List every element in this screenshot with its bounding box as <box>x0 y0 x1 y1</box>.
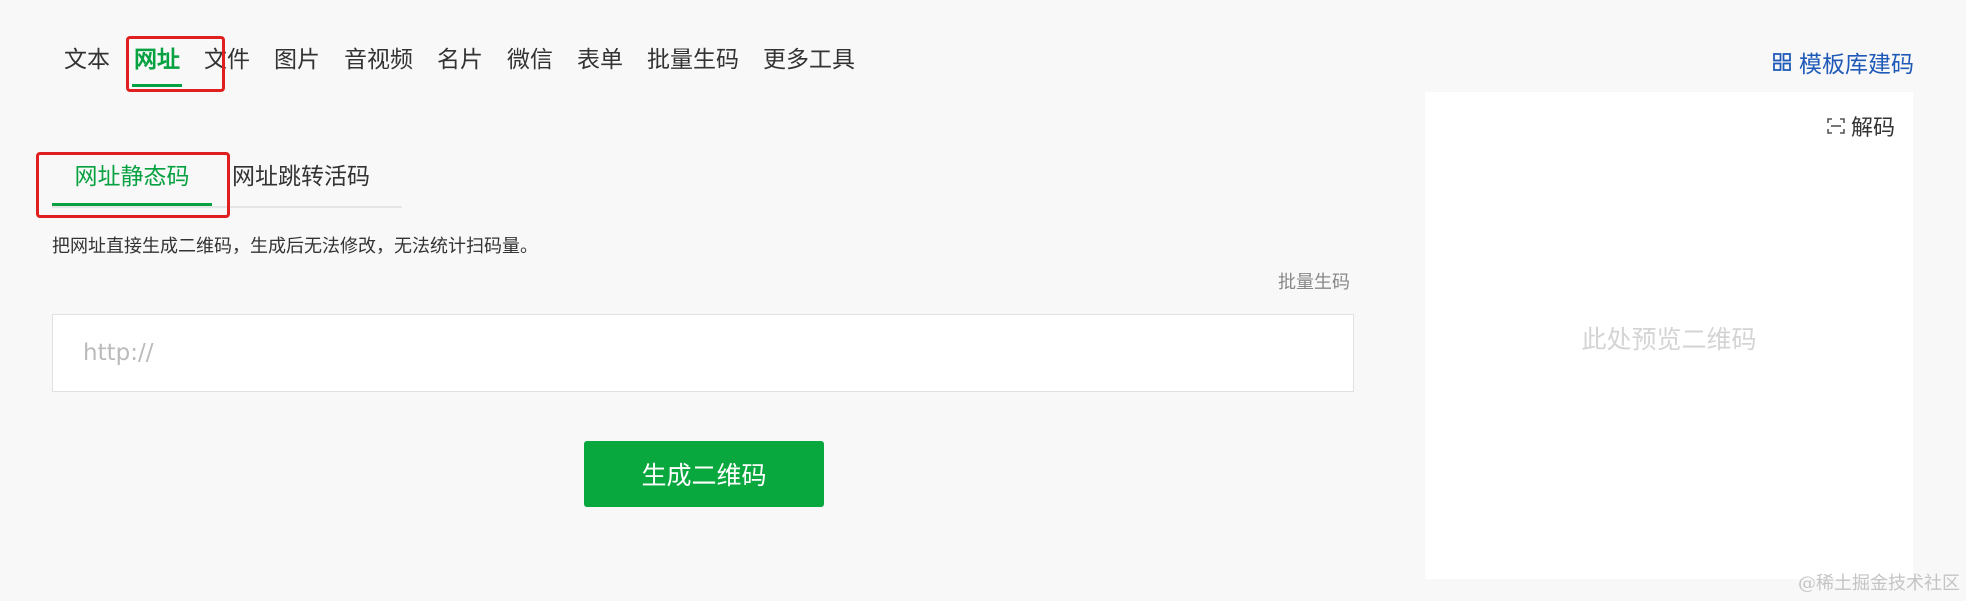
top-nav: 文本 网址 文件 图片 音视频 名片 微信 表单 批量生码 更多工具 <box>52 38 867 87</box>
tab-batch-generate[interactable]: 批量生码 <box>635 38 751 82</box>
tab-more-tools[interactable]: 更多工具 <box>751 38 867 82</box>
url-input[interactable] <box>52 314 1354 392</box>
tab-audio-video[interactable]: 音视频 <box>332 38 425 82</box>
template-library-label: 模板库建码 <box>1799 52 1914 78</box>
subtab-redirect-url-code[interactable]: 网址跳转活码 <box>212 150 390 204</box>
qr-preview-panel: 解码 此处预览二维码 <box>1425 92 1913 579</box>
generate-qr-button[interactable]: 生成二维码 <box>584 441 824 507</box>
grid-icon <box>1773 53 1791 71</box>
decode-button[interactable]: 解码 <box>1827 110 1895 142</box>
template-library-link[interactable]: 模板库建码 <box>1773 45 1914 79</box>
tab-text[interactable]: 文本 <box>52 38 122 82</box>
watermark: @稀土掘金技术社区 <box>1798 573 1960 594</box>
tab-image[interactable]: 图片 <box>262 38 332 82</box>
tab-url[interactable]: 网址 <box>122 38 192 87</box>
scan-icon <box>1827 118 1845 134</box>
tab-file[interactable]: 文件 <box>192 38 262 82</box>
tab-wechat[interactable]: 微信 <box>495 38 565 82</box>
subtab-static-url-code[interactable]: 网址静态码 <box>52 150 212 206</box>
preview-placeholder-text: 此处预览二维码 <box>1581 325 1757 354</box>
sub-tabs: 网址静态码 网址跳转活码 <box>52 150 402 208</box>
decode-label: 解码 <box>1850 116 1895 141</box>
batch-generate-link[interactable]: 批量生码 <box>1278 268 1350 294</box>
tab-business-card[interactable]: 名片 <box>425 38 495 82</box>
tab-form[interactable]: 表单 <box>565 38 635 82</box>
description-text: 把网址直接生成二维码，生成后无法修改，无法统计扫码量。 <box>52 236 538 257</box>
